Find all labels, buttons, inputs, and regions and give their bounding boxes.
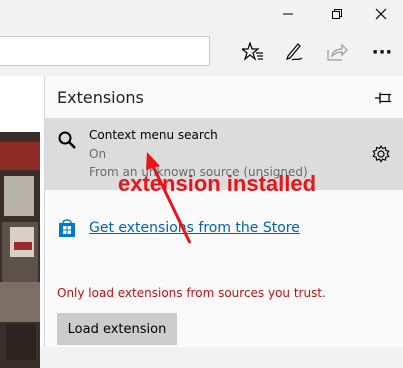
page-content [0, 76, 44, 368]
web-note-button[interactable] [277, 36, 311, 68]
minimize-icon [283, 13, 293, 15]
browser-toolbar: ··· [0, 28, 403, 76]
share-icon [327, 43, 348, 61]
panel-title: Extensions [57, 88, 144, 107]
store-bag-icon [59, 219, 75, 237]
web-note-pen-icon [286, 43, 303, 61]
pin-button[interactable] [371, 88, 395, 108]
load-extension-button[interactable]: Load extension [57, 313, 177, 345]
search-icon [58, 131, 76, 149]
more-label: ··· [371, 41, 393, 63]
close-icon [375, 8, 387, 20]
restore-icon [332, 9, 342, 19]
store-link[interactable]: Get extensions from the Store [89, 220, 300, 236]
warning-text: Only load extensions from sources you tr… [57, 286, 326, 300]
extension-name: Context menu search [89, 128, 218, 142]
extension-status: On [89, 147, 107, 161]
restore-button[interactable] [314, 0, 360, 28]
favorites-star-icon [242, 42, 263, 61]
close-button[interactable] [358, 0, 403, 28]
minimize-button[interactable] [265, 0, 311, 28]
more-button[interactable]: ··· [365, 36, 399, 68]
title-bar [0, 0, 403, 28]
page-image [0, 132, 40, 368]
address-bar[interactable] [0, 36, 210, 66]
share-button[interactable] [320, 36, 354, 68]
gear-icon[interactable] [371, 144, 391, 164]
pin-icon [375, 92, 391, 104]
extensions-panel: Extensions Context menu search On From a… [44, 76, 403, 347]
favorites-button[interactable] [236, 36, 270, 68]
store-row: Get extensions from the Store [57, 216, 300, 240]
annotation-label: extension installed [118, 171, 317, 196]
